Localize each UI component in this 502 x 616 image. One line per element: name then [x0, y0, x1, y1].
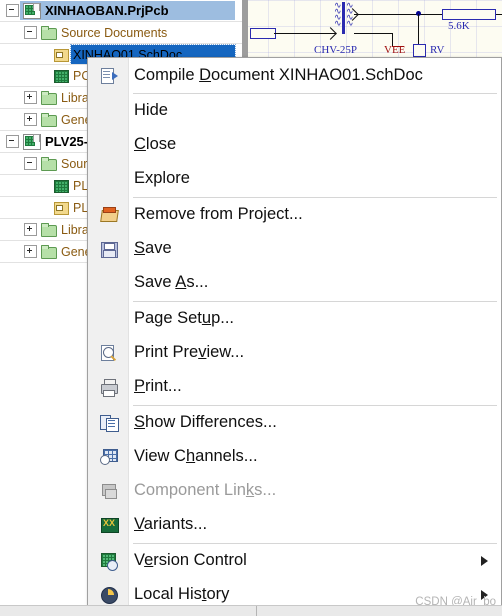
schematic-editor-canvas[interactable]: ∿ ∿ ∿ ∿ ∿ ∿ ∿ ∿ CHV-25P VEE RV 5.6K — [242, 0, 502, 57]
menu-item-remove-from-project[interactable]: Remove from Project... — [89, 198, 500, 231]
menu-item-label: Save As... — [134, 273, 209, 291]
menu-item-label: Close — [134, 135, 177, 153]
folder-open-icon — [100, 206, 119, 224]
menu-item-save[interactable]: Save — [89, 232, 500, 265]
save-floppy-icon — [100, 240, 118, 258]
schematic-label-5k6: 5.6K — [448, 20, 470, 32]
menu-item-variants[interactable]: XX Variants... — [89, 508, 500, 541]
menu-item-label: Print... — [134, 377, 182, 395]
submenu-chevron-right-icon — [481, 555, 488, 566]
resistor-body — [442, 9, 496, 20]
menu-item-label: Compile Document XINHAO01.SchDoc — [134, 66, 423, 84]
pcb-doc-icon — [53, 69, 69, 83]
expander-plus-icon[interactable] — [24, 113, 37, 126]
menu-item-label: Save — [134, 239, 172, 257]
expander-plus-icon[interactable] — [24, 245, 37, 258]
local-history-icon — [100, 586, 118, 604]
schematic-left-gutter — [242, 0, 248, 57]
folder-icon — [41, 222, 57, 237]
menu-item-print[interactable]: Print... — [89, 370, 500, 403]
menu-item-label: Component Links... — [134, 481, 277, 499]
print-preview-icon — [100, 344, 118, 362]
menu-item-label: Variants... — [134, 515, 208, 533]
expander-minus-icon[interactable] — [24, 157, 37, 170]
context-menu[interactable]: Compile Document XINHAO01.SchDoc Hide Cl… — [87, 57, 502, 616]
application-window: ∿ ∿ ∿ ∿ ∿ ∿ ∿ ∿ CHV-25P VEE RV 5.6K XINH… — [0, 0, 502, 616]
expander-minus-icon[interactable] — [6, 135, 19, 148]
expander-plus-icon[interactable] — [24, 91, 37, 104]
menu-item-show-differences[interactable]: Show Differences... — [89, 406, 500, 439]
menu-item-label: Print Preview... — [134, 343, 245, 361]
pcb-doc-icon — [53, 179, 69, 193]
menu-item-page-setup[interactable]: Page Setup... — [89, 302, 500, 335]
schematic-doc-icon — [53, 201, 69, 215]
menu-item-label: View Channels... — [134, 447, 258, 465]
menu-item-label: Hide — [134, 101, 168, 119]
menu-item-label: Explore — [134, 169, 190, 187]
tree-label: XINHAOBAN.PrjPcb — [45, 3, 169, 18]
project-pcb-icon — [23, 133, 41, 150]
compile-document-icon — [100, 67, 118, 85]
folder-icon — [41, 244, 57, 259]
transformer-core — [342, 2, 345, 34]
variants-icon: XX — [100, 516, 119, 534]
folder-icon — [41, 90, 57, 105]
folder-icon — [41, 25, 57, 40]
rv-pin-box — [413, 44, 426, 57]
view-channels-icon — [100, 448, 118, 466]
folder-icon — [41, 112, 57, 127]
menu-item-version-control[interactable]: Version Control — [89, 544, 500, 577]
tree-row-source-documents-1[interactable]: Source Documents — [24, 22, 167, 43]
menu-item-view-channels[interactable]: View Channels... — [89, 440, 500, 473]
schematic-label-chv25p: CHV-25P — [314, 44, 357, 56]
printer-icon — [100, 378, 118, 397]
menu-item-explore[interactable]: Explore — [89, 162, 500, 195]
status-bar-divider — [256, 606, 257, 616]
menu-item-save-as[interactable]: Save As... — [89, 266, 500, 299]
expander-plus-icon[interactable] — [24, 223, 37, 236]
menu-item-hide[interactable]: Hide — [89, 94, 500, 127]
schematic-port-left — [250, 28, 276, 39]
component-links-icon — [100, 482, 118, 500]
menu-item-compile-document[interactable]: Compile Document XINHAO01.SchDoc — [89, 59, 500, 92]
expander-minus-icon[interactable] — [6, 4, 19, 17]
menu-item-label: Version Control — [134, 551, 247, 569]
transformer-primary-coil: ∿ ∿ ∿ ∿ — [334, 0, 341, 28]
status-bar-strip — [0, 605, 502, 616]
tree-row-xinhaoban-prjpcb[interactable]: XINHAOBAN.PrjPcb — [6, 0, 169, 21]
menu-item-component-links: Component Links... — [89, 474, 500, 507]
menu-item-label: Page Setup... — [134, 309, 235, 327]
menu-item-close[interactable]: Close — [89, 128, 500, 161]
schematic-label-rv: RV — [430, 44, 445, 56]
menu-item-label: Show Differences... — [134, 413, 277, 431]
version-control-icon — [100, 552, 118, 571]
show-differences-icon — [100, 414, 119, 432]
wire-bottom — [354, 33, 392, 34]
menu-item-print-preview[interactable]: Print Preview... — [89, 336, 500, 369]
menu-item-label: Local History — [134, 585, 230, 603]
project-pcb-icon — [23, 2, 41, 19]
tree-label: Source Documents — [61, 25, 168, 40]
folder-icon — [41, 156, 57, 171]
expander-minus-icon[interactable] — [24, 26, 37, 39]
menu-item-label: Remove from Project... — [134, 205, 303, 223]
schematic-label-vee: VEE — [384, 44, 406, 56]
schematic-doc-icon — [53, 48, 69, 62]
